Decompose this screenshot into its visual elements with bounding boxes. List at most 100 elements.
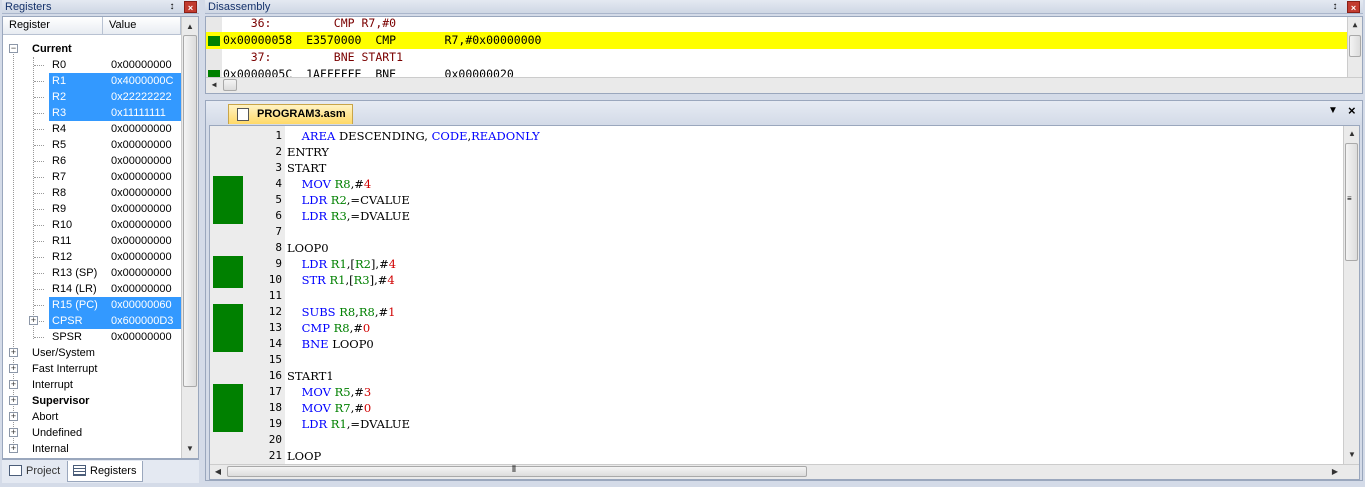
scroll-thumb[interactable] <box>183 35 197 387</box>
tab-list-dropdown-icon[interactable]: ▼ <box>1328 105 1338 116</box>
code-line[interactable]: 17 MOV R5,#3 <box>210 384 1340 400</box>
register-value[interactable]: 0x00000000 <box>109 217 181 233</box>
expand-icon[interactable]: + <box>29 316 38 325</box>
code-line[interactable]: 3 START <box>210 160 1340 176</box>
code-line[interactable]: 18 MOV R7,#0 <box>210 400 1340 416</box>
register-row[interactable]: R1 0x4000000C <box>3 73 181 89</box>
register-row[interactable]: SPSR 0x00000000 <box>3 329 181 345</box>
scroll-up-arrow-icon[interactable]: ▲ <box>1347 17 1363 33</box>
register-value[interactable]: 0x4000000C <box>109 73 181 89</box>
register-row[interactable]: + CPSR 0x600000D3 <box>3 313 181 329</box>
register-value[interactable]: 0x00000000 <box>109 153 181 169</box>
registers-scrollbar[interactable]: ▲ ▼ <box>181 17 198 458</box>
register-value[interactable]: 0x00000000 <box>109 121 181 137</box>
scroll-left-arrow-icon[interactable]: ◀ <box>206 77 222 93</box>
scroll-thumb[interactable] <box>1349 35 1361 57</box>
close-editor-icon[interactable]: × <box>1348 103 1356 118</box>
register-value[interactable]: 0x00000000 <box>109 185 181 201</box>
scroll-down-arrow-icon[interactable]: ▼ <box>182 441 198 457</box>
register-row[interactable]: R2 0x22222222 <box>3 89 181 105</box>
register-value[interactable]: 0x00000000 <box>109 249 181 265</box>
close-icon[interactable]: × <box>184 1 197 13</box>
code-line[interactable]: 4 MOV R8,#4 <box>210 176 1340 192</box>
expand-icon[interactable]: + <box>9 380 18 389</box>
pin-icon[interactable]: ↕ <box>1329 1 1341 13</box>
scroll-thumb[interactable]: ≡ <box>1345 143 1358 261</box>
code-line[interactable]: 14 BNE LOOP0 <box>210 336 1340 352</box>
code-line[interactable]: 15 <box>210 352 1340 368</box>
code-line[interactable]: 9 LDR R1,[R2],#4 <box>210 256 1340 272</box>
code-line[interactable]: 10 STR R1,[R3],#4 <box>210 272 1340 288</box>
scroll-right-arrow-icon[interactable]: ▶ <box>1327 464 1343 480</box>
register-value[interactable]: 0x00000000 <box>109 329 181 345</box>
register-row[interactable]: R0 0x00000000 <box>3 57 181 73</box>
register-value[interactable]: 0x00000000 <box>109 137 181 153</box>
register-value[interactable]: 0x00000000 <box>109 201 181 217</box>
scroll-left-arrow-icon[interactable]: ◀ <box>210 464 226 480</box>
register-row[interactable]: R14 (LR) 0x00000000 <box>3 281 181 297</box>
column-header-register[interactable]: Register <box>3 17 103 34</box>
register-value[interactable]: 0x00000000 <box>109 169 181 185</box>
register-group[interactable]: + Fast Interrupt <box>3 361 181 377</box>
collapse-icon[interactable]: − <box>9 44 18 53</box>
register-row[interactable]: R11 0x00000000 <box>3 233 181 249</box>
disassembly-line[interactable]: 37: BNE START1 <box>206 49 1348 66</box>
tab-registers[interactable]: Registers <box>67 461 143 482</box>
expand-icon[interactable]: + <box>9 348 18 357</box>
code-line[interactable]: 5 LDR R2,=CVALUE <box>210 192 1340 208</box>
register-group-current[interactable]: − Current <box>3 41 181 57</box>
code-line[interactable]: 6 LDR R3,=DVALUE <box>210 208 1340 224</box>
scroll-up-arrow-icon[interactable]: ▲ <box>182 19 198 35</box>
scroll-thumb[interactable]: ⦀ <box>227 464 807 477</box>
code-line[interactable]: 1 AREA DESCENDING, CODE,READONLY <box>210 128 1340 144</box>
register-value[interactable]: 0x00000000 <box>109 233 181 249</box>
code-line[interactable]: 11 <box>210 288 1340 304</box>
code-line[interactable]: 13 CMP R8,#0 <box>210 320 1340 336</box>
code-line[interactable]: 8 LOOP0 <box>210 240 1340 256</box>
expand-icon[interactable]: + <box>9 364 18 373</box>
register-group[interactable]: + Internal <box>3 441 181 457</box>
register-row[interactable]: R7 0x00000000 <box>3 169 181 185</box>
editor-vscrollbar[interactable]: ▲ ≡ ▼ <box>1343 126 1359 464</box>
register-row[interactable]: R10 0x00000000 <box>3 217 181 233</box>
editor-body[interactable]: 1 AREA DESCENDING, CODE,READONLY 2 ENTRY 3 S… <box>209 125 1360 480</box>
disassembly-line[interactable]: 36: CMP R7,#0 <box>206 15 1348 32</box>
scroll-down-arrow-icon[interactable]: ▼ <box>1344 447 1360 463</box>
register-group[interactable]: + Undefined <box>3 425 181 441</box>
register-group[interactable]: + Interrupt <box>3 377 181 393</box>
scroll-thumb[interactable] <box>223 79 237 91</box>
close-icon[interactable]: × <box>1347 1 1360 13</box>
code-line[interactable]: 19 LDR R1,=DVALUE <box>210 416 1340 432</box>
register-value[interactable]: 0x00000000 <box>109 281 181 297</box>
register-row[interactable]: R3 0x11111111 <box>3 105 181 121</box>
register-row[interactable]: R6 0x00000000 <box>3 153 181 169</box>
disassembly-vscrollbar[interactable]: ▲ <box>1347 17 1362 77</box>
register-value[interactable]: 0x11111111 <box>109 105 181 121</box>
register-group[interactable]: + Supervisor <box>3 393 181 409</box>
editor-hscrollbar[interactable]: ◀ ⦀ ▶ <box>210 464 1359 479</box>
code-line[interactable]: 16 START1 <box>210 368 1340 384</box>
register-value[interactable]: 0x22222222 <box>109 89 181 105</box>
register-group[interactable]: + Abort <box>3 409 181 425</box>
code-line[interactable]: 21 LOOP <box>210 448 1340 464</box>
register-value[interactable]: 0x600000D3 <box>109 313 181 329</box>
register-row[interactable]: R13 (SP) 0x00000000 <box>3 265 181 281</box>
register-value[interactable]: 0x00000000 <box>109 57 181 73</box>
register-row[interactable]: R9 0x00000000 <box>3 201 181 217</box>
expand-icon[interactable]: + <box>9 412 18 421</box>
disassembly-hscrollbar[interactable]: ◀ <box>206 77 1362 93</box>
code-line[interactable]: 2 ENTRY <box>210 144 1340 160</box>
tab-program3-asm[interactable]: PROGRAM3.asm <box>228 104 353 124</box>
code-line[interactable]: 7 <box>210 224 1340 240</box>
register-row[interactable]: R15 (PC) 0x00000060 <box>3 297 181 313</box>
pin-icon[interactable]: ↕ <box>166 1 178 13</box>
register-row[interactable]: R8 0x00000000 <box>3 185 181 201</box>
code-line[interactable]: 20 <box>210 432 1340 448</box>
expand-icon[interactable]: + <box>9 444 18 453</box>
register-value[interactable]: 0x00000060 <box>109 297 181 313</box>
code-line[interactable]: 12 SUBS R8,R8,#1 <box>210 304 1340 320</box>
column-header-value[interactable]: Value <box>103 17 181 34</box>
scroll-up-arrow-icon[interactable]: ▲ <box>1344 126 1360 142</box>
expand-icon[interactable]: + <box>9 428 18 437</box>
register-group[interactable]: + User/System <box>3 345 181 361</box>
